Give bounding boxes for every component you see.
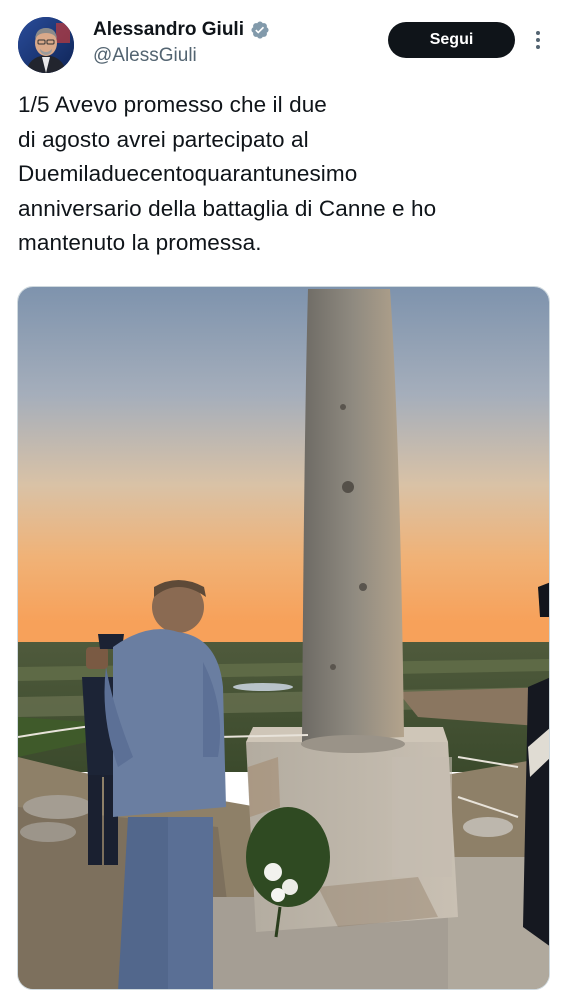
more-options-icon[interactable] xyxy=(530,28,546,52)
tweet-header: Alessandro Giuli @AlessGiuli Segui xyxy=(0,0,567,80)
tweet-text-line: mantenuto la promessa. xyxy=(18,230,262,255)
verified-badge-icon xyxy=(250,20,270,40)
avatar[interactable] xyxy=(18,17,74,73)
author-name-row: Alessandro Giuli xyxy=(93,19,270,41)
author-display-name[interactable]: Alessandro Giuli xyxy=(93,19,244,41)
tweet-text-line: di agosto avrei partecipato al xyxy=(18,126,309,152)
tweet-photo[interactable] xyxy=(17,286,550,990)
tweet-text-line: 1/5 Avevo promesso che il due xyxy=(18,92,327,117)
tweet-text-line: anniversario della battaglia di Canne e … xyxy=(18,195,437,221)
follow-button[interactable]: Segui xyxy=(388,22,515,58)
tweet-text-line: Duemiladuecentoquarantunesimo xyxy=(18,161,358,186)
tweet-text: 1/5 Avevo promesso che il due di agosto … xyxy=(18,88,548,261)
author-handle[interactable]: @AlessGiuli xyxy=(93,45,197,67)
